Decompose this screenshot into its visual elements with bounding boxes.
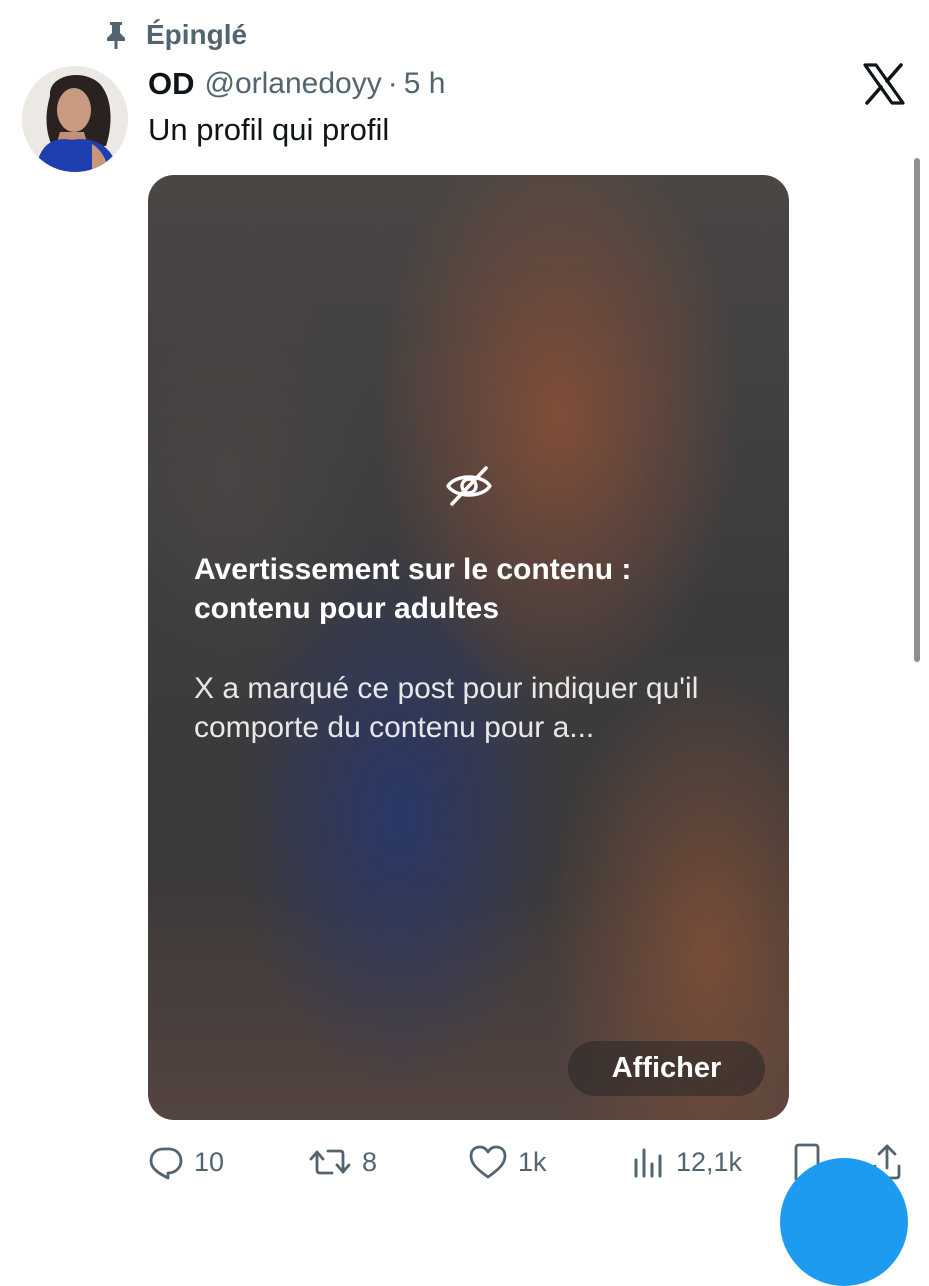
display-name[interactable]: OD — [148, 66, 195, 102]
warning-title: Avertissement sur le contenu : contenu p… — [194, 553, 632, 625]
views-button[interactable]: 12,1k — [632, 1140, 742, 1184]
views-count: 12,1k — [676, 1146, 743, 1177]
reply-icon — [149, 1147, 183, 1180]
show-button[interactable]: Afficher — [568, 1041, 765, 1096]
eye-off-icon — [444, 463, 494, 509]
post-header: OD @orlanedoyy · 5 h — [148, 64, 445, 104]
handle[interactable]: @orlanedoyy — [205, 67, 382, 101]
heart-icon — [469, 1145, 507, 1179]
sensitive-media[interactable]: Avertissement sur le contenu : contenu p… — [148, 175, 789, 1120]
views-icon — [634, 1148, 662, 1178]
like-button[interactable]: 1k — [468, 1140, 547, 1184]
compose-button[interactable] — [780, 1158, 908, 1286]
avatar[interactable] — [22, 66, 128, 172]
reply-button[interactable]: 10 — [148, 1140, 224, 1184]
reply-count: 10 — [194, 1146, 225, 1177]
separator-dot: · — [387, 67, 398, 100]
like-count: 1k — [518, 1146, 547, 1177]
scrollbar[interactable] — [914, 158, 920, 662]
post-text: Un profil qui profil — [148, 112, 390, 147]
pin-icon — [104, 20, 128, 50]
x-logo-icon — [862, 62, 906, 106]
timestamp[interactable]: 5 h — [404, 67, 446, 101]
action-bar: 10 8 1k 12,1k — [0, 1140, 929, 1184]
warning-body: X a marqué ce post pour indiquer qu'il c… — [194, 672, 699, 744]
repost-count: 8 — [362, 1146, 378, 1177]
repost-button[interactable]: 8 — [308, 1140, 377, 1184]
pinned-indicator: Épinglé — [104, 18, 247, 52]
repost-icon — [309, 1149, 351, 1175]
pinned-label: Épinglé — [146, 19, 248, 50]
